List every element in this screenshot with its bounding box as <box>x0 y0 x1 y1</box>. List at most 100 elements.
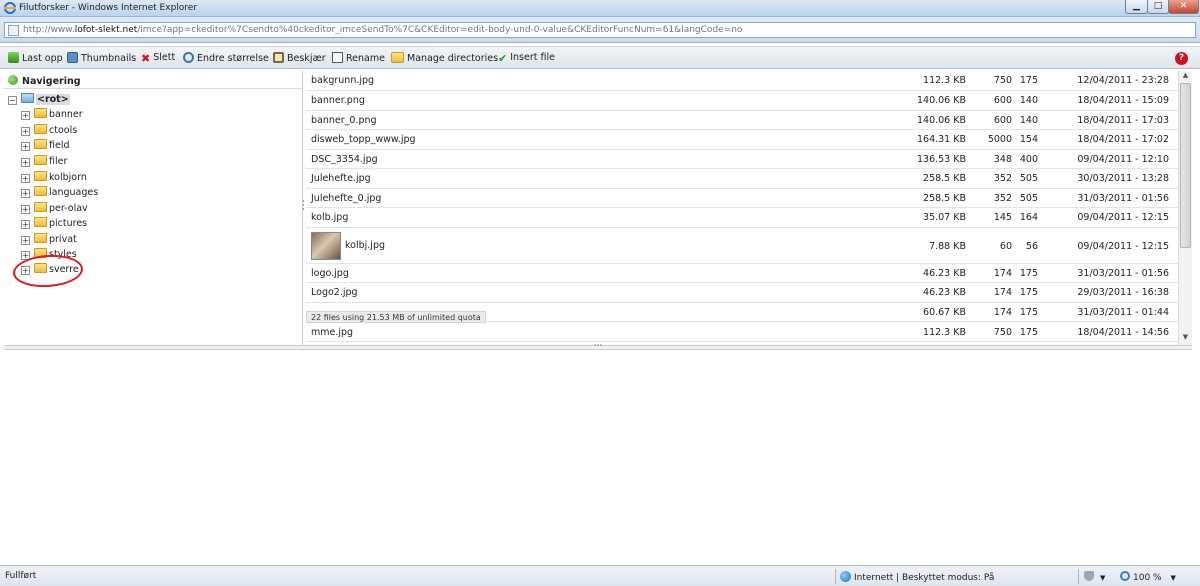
expand-icon[interactable]: + <box>21 220 30 229</box>
status-text: Fullført <box>5 571 37 581</box>
window-titlebar: Filutforsker - Windows Internet Explorer… <box>0 0 1200 17</box>
tree-folder-label: per-olav <box>49 203 88 214</box>
tree-folder[interactable]: + privat <box>21 233 77 247</box>
thumbnails-button[interactable]: Thumbnails <box>67 52 136 66</box>
maximize-button[interactable]: □ <box>1147 0 1169 14</box>
thumbnails-grid-icon <box>67 52 78 63</box>
tree-folder[interactable]: + pictures <box>21 217 87 231</box>
file-height: 175 <box>1019 327 1038 338</box>
tree-folder-label: privat <box>49 234 77 245</box>
file-width: 145 <box>993 212 1012 223</box>
file-row[interactable]: Julehefte.jpg 258.5 KB 352 505 30/03/2011 - … <box>306 169 1178 189</box>
crop-button[interactable]: Beskjær <box>273 52 326 66</box>
file-row[interactable]: kolbj.jpg 7.88 KB 60 56 09/04/2011 - 12:15 <box>306 228 1178 264</box>
file-row[interactable]: DSC_3354.jpg 136.53 KB 348 400 09/04/2011 - … <box>306 150 1178 169</box>
tree-root[interactable]: − <rot> <box>8 93 70 107</box>
expand-icon[interactable]: + <box>21 236 30 245</box>
file-row[interactable]: banner_0.png 140.06 KB 600 140 18/04/2011 - … <box>306 111 1178 130</box>
delete-label: Slett <box>153 52 176 63</box>
scroll-up-icon[interactable]: ▲ <box>1179 71 1192 83</box>
address-bar: http://www.lofot-slekt.net/imce?app=cked… <box>0 17 1200 43</box>
tree-folder[interactable]: + kolbjorn <box>21 171 87 185</box>
file-thumbnail <box>311 232 341 260</box>
expand-icon[interactable]: + <box>21 142 30 151</box>
folder-icon <box>34 171 47 181</box>
scroll-thumb[interactable] <box>1180 83 1191 248</box>
folder-icon <box>34 155 47 165</box>
file-row[interactable]: Logo2.jpg 46.23 KB 174 175 29/03/2011 - 16:3… <box>306 283 1178 303</box>
help-icon[interactable]: ? <box>1175 52 1188 65</box>
rename-button[interactable]: Rename <box>332 52 385 66</box>
close-button[interactable]: ✕ <box>1168 0 1199 14</box>
security-zone[interactable]: Internett | Beskyttet modus: På <box>840 571 994 583</box>
file-row[interactable]: Julehefte_0.jpg 258.5 KB 352 505 31/03/2011 … <box>306 189 1178 208</box>
file-width: 352 <box>993 173 1012 184</box>
file-height: 140 <box>1019 95 1038 106</box>
file-date: 31/03/2011 - 01:44 <box>1077 307 1169 318</box>
scroll-down-icon[interactable]: ▼ <box>1179 333 1192 345</box>
file-name: banner.png <box>311 95 365 106</box>
file-row[interactable]: bakgrunn.jpg 112.3 KB 750 175 12/04/2011 - 2… <box>306 71 1178 91</box>
tree-folder[interactable]: + ctools <box>21 124 77 138</box>
status-separator <box>835 569 836 584</box>
expand-icon[interactable]: + <box>21 111 30 120</box>
folder-icon <box>34 139 47 149</box>
file-width: 750 <box>993 75 1012 86</box>
zoom-level: 100 % <box>1133 573 1162 583</box>
folder-icon <box>34 217 47 227</box>
file-name: Julehefte_0.jpg <box>311 193 382 204</box>
file-row[interactable]: logo.jpg 46.23 KB 174 175 31/03/2011 - 01:56 <box>306 264 1178 283</box>
tree-folder-label: kolbjorn <box>49 172 87 183</box>
file-date: 18/04/2011 - 15:09 <box>1077 95 1169 106</box>
tree-folder[interactable]: + languages <box>21 186 98 200</box>
horizontal-splitter-handle[interactable]: ··· <box>4 342 1192 351</box>
expand-icon[interactable]: + <box>21 127 30 136</box>
file-size: 136.53 KB <box>916 154 966 165</box>
file-size: 258.5 KB <box>923 193 966 204</box>
file-row[interactable]: banner.png 140.06 KB 600 140 18/04/2011 - 15… <box>306 91 1178 111</box>
file-name: Logo2.jpg <box>311 287 358 298</box>
tree-folder[interactable]: + field <box>21 139 70 153</box>
expand-icon[interactable]: + <box>21 189 30 198</box>
url-prefix: http://www. <box>23 25 75 35</box>
globe-icon <box>840 571 851 582</box>
zoom-control[interactable]: 100 % ▼ <box>1120 571 1176 583</box>
insert-file-button[interactable]: ✔ Insert file <box>498 52 555 66</box>
file-size: 140.06 KB <box>916 115 966 126</box>
resize-button[interactable]: Endre størrelse <box>183 52 269 66</box>
expand-icon[interactable]: + <box>21 158 30 167</box>
tree-folder[interactable]: + banner <box>21 108 83 122</box>
file-name: banner_0.png <box>311 115 377 126</box>
file-width: 750 <box>993 327 1012 338</box>
protected-mode-dropdown[interactable]: ▼ <box>1084 571 1105 583</box>
file-row[interactable]: disweb_topp_www.jpg 164.31 KB 5000 154 18/04… <box>306 130 1178 150</box>
file-date: 12/04/2011 - 23:28 <box>1077 75 1169 86</box>
manage-directories-button[interactable]: Manage directories <box>391 52 498 66</box>
file-height: 505 <box>1019 173 1038 184</box>
collapse-icon[interactable]: − <box>8 96 17 105</box>
file-date: 09/04/2011 - 12:15 <box>1077 241 1169 252</box>
file-name: bakgrunn.jpg <box>311 75 375 86</box>
file-row[interactable]: kolb.jpg 35.07 KB 145 164 09/04/2011 - 12:15 <box>306 208 1178 228</box>
expand-icon[interactable]: + <box>21 205 30 214</box>
tree-folder-label: filer <box>49 156 68 167</box>
upload-button[interactable]: Last opp <box>8 52 63 66</box>
file-row[interactable]: mme.jpg 112.3 KB 750 175 18/04/2011 - 14:56 <box>306 322 1178 342</box>
file-list: bakgrunn.jpg 112.3 KB 750 175 12/04/2011 - 2… <box>306 71 1178 345</box>
url-field[interactable]: http://www.lofot-slekt.net/imce?app=cked… <box>4 22 1196 38</box>
file-size: 60.67 KB <box>923 307 966 318</box>
tree-folder-label: ctools <box>49 125 78 136</box>
navigation-heading-label: Navigering <box>22 76 81 87</box>
imce-toolbar: Last opp Thumbnails ✖ Slett Endre størrel… <box>0 46 1200 69</box>
minimize-button[interactable]: ▁ <box>1125 0 1148 14</box>
tree-folder[interactable]: + per-olav <box>21 202 88 216</box>
file-list-scrollbar[interactable]: ▲ ▼ <box>1178 71 1192 345</box>
delete-button[interactable]: ✖ Slett <box>141 52 175 66</box>
expand-icon[interactable]: + <box>21 174 30 183</box>
file-date: 31/03/2011 - 01:56 <box>1077 193 1169 204</box>
tree-folder[interactable]: + filer <box>21 155 67 169</box>
file-width: 348 <box>993 154 1012 165</box>
file-date: 18/04/2011 - 14:56 <box>1077 327 1169 338</box>
file-date: 29/03/2011 - 16:38 <box>1077 287 1169 298</box>
rename-icon <box>332 52 343 63</box>
